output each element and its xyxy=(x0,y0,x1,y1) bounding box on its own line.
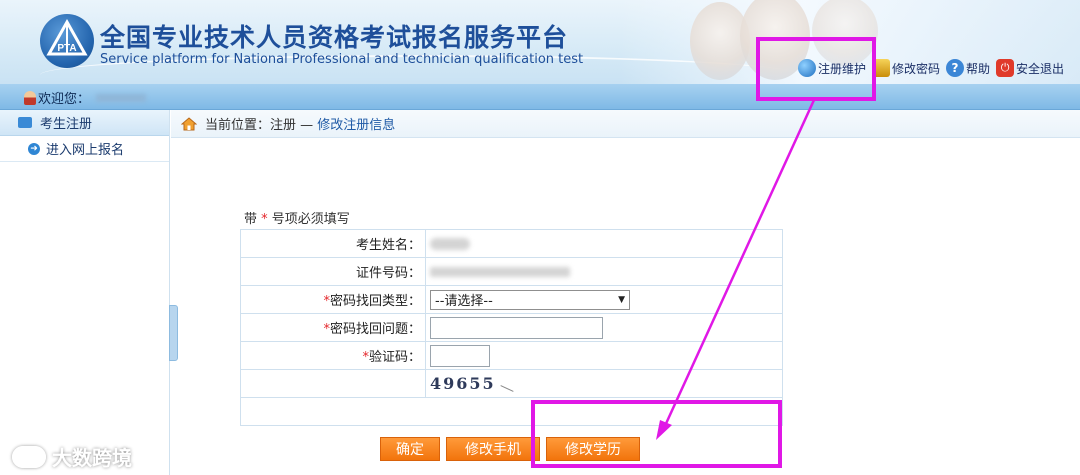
watermark-text: 大数跨境 xyxy=(52,446,132,470)
id-value-redacted xyxy=(430,266,570,277)
breadcrumb-current: 修改注册信息 xyxy=(317,118,396,133)
captcha-label: 验证码： xyxy=(368,350,421,365)
captcha-noise xyxy=(500,385,514,392)
recovery-type-selected: --请选择-- xyxy=(435,294,493,309)
sidebar-item-label: 进入网上报名 xyxy=(46,143,125,158)
help-icon: ? xyxy=(946,59,965,77)
help-link[interactable]: ? 帮助 xyxy=(946,59,990,77)
recovery-question-label-cell: *密码找回问题： xyxy=(240,313,426,342)
site-subtitle: Service platform for National Profession… xyxy=(100,52,584,67)
user-icon xyxy=(24,90,36,105)
change-password-link[interactable]: 修改密码 xyxy=(872,59,940,77)
name-label: 考生姓名： xyxy=(355,238,421,253)
power-icon: ⏻ xyxy=(996,59,1015,77)
logout-label: 安全退出 xyxy=(1016,61,1065,76)
recovery-type-label-cell: *密码找回类型： xyxy=(240,285,426,314)
recovery-type-value-cell: --请选择-- ▼ xyxy=(425,285,783,314)
required-note: 带 * 号项必须填写 xyxy=(244,208,350,227)
page: PTA 全国专业技术人员资格考试报名服务平台 Service platform … xyxy=(0,0,1080,475)
change-password-label: 修改密码 xyxy=(892,61,941,76)
required-star: * xyxy=(261,212,268,227)
required-note-pre: 带 xyxy=(244,212,258,227)
name-label-cell: 考生姓名： xyxy=(240,229,426,258)
form-row-captcha: *验证码： xyxy=(240,341,783,370)
form-row-id: 证件号码： xyxy=(240,257,783,286)
sidebar-collapse-handle[interactable] xyxy=(169,305,178,361)
username-redacted xyxy=(96,93,147,102)
form-row-recovery-type: *密码找回类型： --请选择-- ▼ xyxy=(240,285,783,314)
user-bar: 欢迎您： xyxy=(0,84,1080,110)
watermark: 大数跨境 xyxy=(12,442,132,471)
help-label: 帮助 xyxy=(966,61,991,76)
captcha-input-cell xyxy=(425,341,783,370)
id-label-cell: 证件号码： xyxy=(240,257,426,286)
recovery-type-label: 密码找回类型： xyxy=(329,294,421,309)
breadcrumb-prefix: 当前位置：注册 — 修改注册信息 xyxy=(205,114,395,133)
pta-logo: PTA xyxy=(40,14,94,68)
recovery-type-select[interactable]: --请选择-- ▼ xyxy=(430,289,630,310)
recovery-question-label: 密码找回问题： xyxy=(329,322,421,337)
sidebar: 考生注册 ➜ 进入网上报名 xyxy=(0,110,170,475)
highlight-box-buttons xyxy=(531,400,782,468)
sidebar-header-label: 考生注册 xyxy=(40,117,93,132)
dropdown-arrow-icon: ▼ xyxy=(618,294,625,305)
name-value-cell xyxy=(425,229,783,258)
name-value-redacted xyxy=(430,237,470,250)
site-title: 全国专业技术人员资格考试报名服务平台 xyxy=(100,23,569,52)
sidebar-item-online-signup[interactable]: ➜ 进入网上报名 xyxy=(0,136,169,162)
home-icon xyxy=(180,116,198,131)
required-note-post: 号项必须填写 xyxy=(271,212,350,227)
logo-text: PTA xyxy=(57,43,76,54)
header-banner: PTA 全国专业技术人员资格考试报名服务平台 Service platform … xyxy=(0,0,1080,84)
captcha-image[interactable]: 49655 xyxy=(430,374,496,393)
register-icon xyxy=(18,117,32,128)
recovery-question-value-cell xyxy=(425,313,783,342)
captcha-image-cell: 49655 xyxy=(425,369,783,398)
watermark-logo-icon xyxy=(12,445,46,468)
welcome-label: 欢迎您： xyxy=(38,92,91,107)
breadcrumb: 当前位置：注册 — 修改注册信息 xyxy=(171,110,1080,138)
captcha-label-cell: *验证码： xyxy=(240,341,426,370)
logout-link[interactable]: ⏻ 安全退出 xyxy=(996,59,1064,77)
change-phone-button[interactable]: 修改手机 xyxy=(446,437,540,461)
breadcrumb-path: 当前位置：注册 — xyxy=(205,118,318,133)
id-value-cell xyxy=(425,257,783,286)
form-row-recovery-question: *密码找回问题： xyxy=(240,313,783,342)
registration-form: 考生姓名： 证件号码： *密码找回类型： --请选择-- ▼ *密码找回问题： … xyxy=(240,229,783,426)
highlight-box-toplink xyxy=(756,37,876,101)
confirm-button[interactable]: 确定 xyxy=(380,437,440,461)
recovery-question-input[interactable] xyxy=(430,316,603,339)
arrow-circle-icon: ➜ xyxy=(28,142,40,155)
welcome-text: 欢迎您： xyxy=(24,88,147,107)
form-row-captcha-image: 49655 xyxy=(240,369,783,398)
sidebar-header-register[interactable]: 考生注册 xyxy=(0,110,169,136)
captcha-image-label-cell xyxy=(240,369,426,398)
captcha-input[interactable] xyxy=(430,344,490,367)
id-label: 证件号码： xyxy=(355,266,421,281)
form-row-name: 考生姓名： xyxy=(240,229,783,258)
